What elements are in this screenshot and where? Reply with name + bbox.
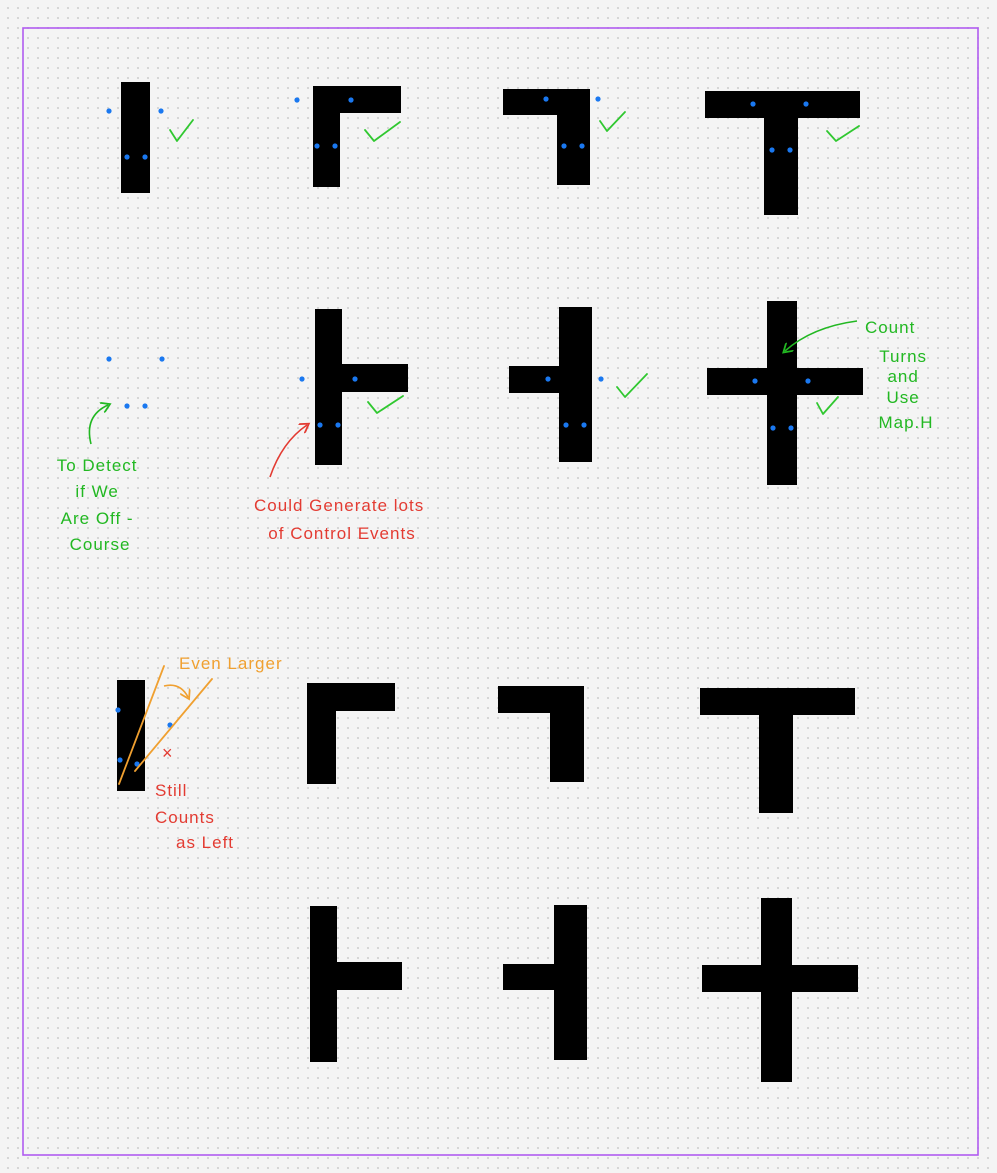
whiteboard-canvas: To Detect if We Are Off - Course Could G… [22,27,979,1156]
track-t-junction-2 [700,688,855,813]
arrow-icon [163,684,188,697]
count-turns-note: Count Turns and Use Map.H [865,318,934,432]
track-crossroad [707,301,863,485]
arrow-icon [88,405,108,445]
track-t-junction [705,91,860,215]
track-t-left [509,307,592,462]
track-right-corner [503,89,590,185]
track-t-right-2 [310,906,402,1062]
track-t-right [315,309,408,465]
track-right-corner-2 [498,686,584,782]
arrow-icon [269,425,307,478]
x-mark: × [162,743,174,763]
still-counts-note: Still Counts as Left [155,781,234,852]
control-events-note: Could Generate lots of Control Events [254,496,430,543]
track-straight-2 [117,680,145,791]
track-t-left-2 [503,905,587,1060]
track-straight [121,82,150,193]
track-left-corner [313,86,401,187]
off-course-note: To Detect if We Are Off - Course [57,456,144,554]
track-crossroad-2 [702,898,858,1082]
track-left-corner-2 [307,683,395,784]
even-larger-note: Even Larger [179,654,283,673]
